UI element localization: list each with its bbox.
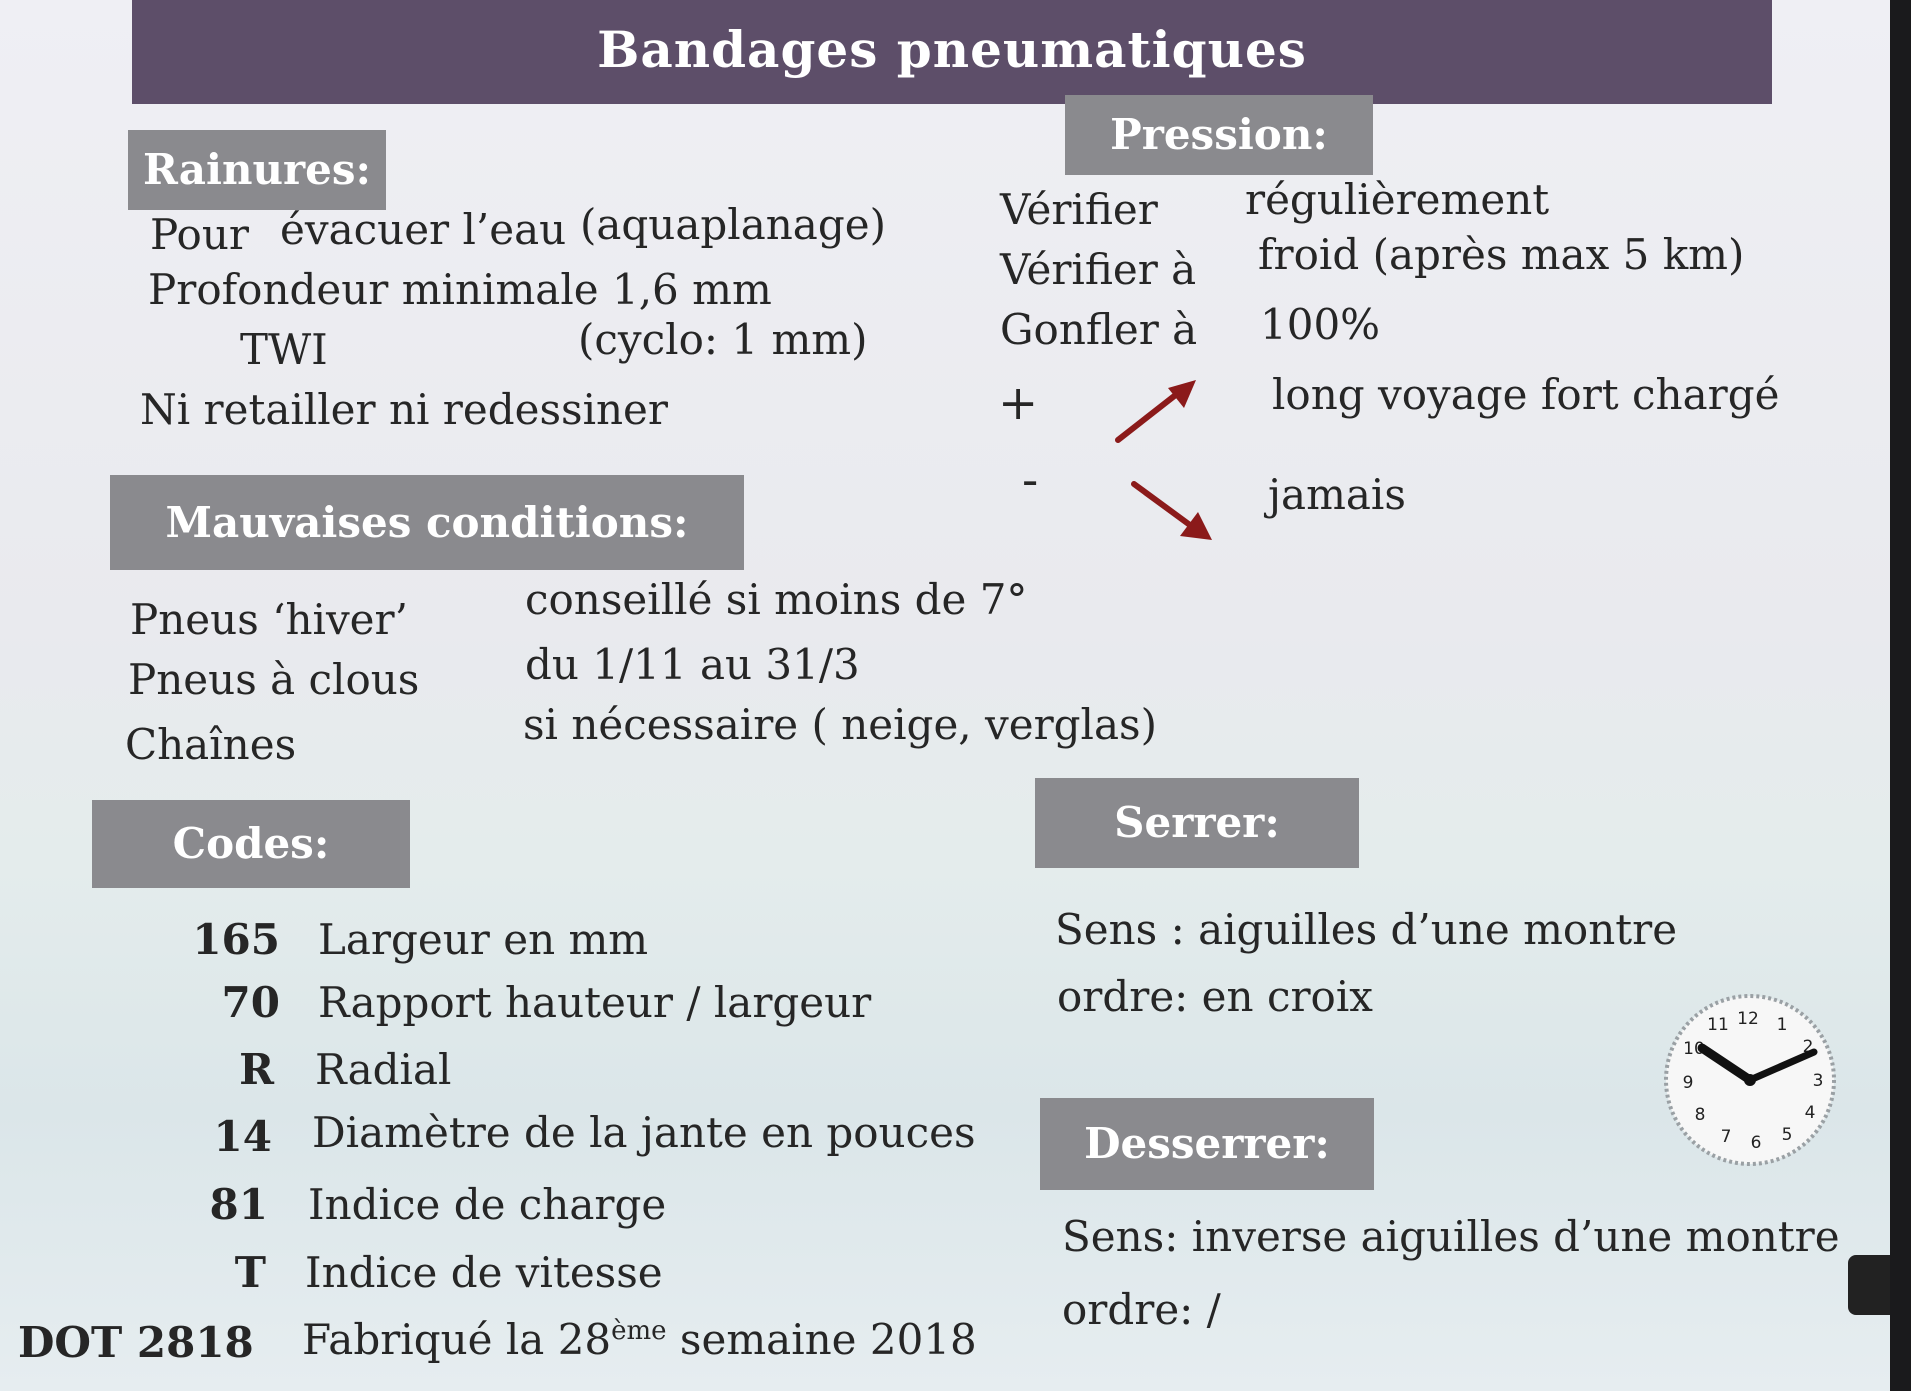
code-70: 70 bbox=[221, 978, 280, 1027]
clock-number-1: 1 bbox=[1777, 1015, 1788, 1035]
serrer-heading: Serrer: bbox=[1035, 778, 1359, 868]
rainures-line1-b: évacuer l’eau bbox=[280, 205, 567, 254]
pression-row2-b: froid (après max 5 km) bbox=[1258, 230, 1745, 279]
pression-minus-sign: - bbox=[1022, 452, 1039, 508]
clock-number-11: 11 bbox=[1707, 1015, 1729, 1035]
desserrer-line1: Sens: inverse aiguilles d’une montre bbox=[1062, 1212, 1840, 1261]
clock-number-4: 4 bbox=[1805, 1103, 1816, 1123]
clock-number-3: 3 bbox=[1813, 1071, 1824, 1091]
dot-description-end: semaine 2018 bbox=[666, 1315, 977, 1364]
dot-code: DOT 2818 bbox=[18, 1318, 254, 1367]
codes-heading: Codes: bbox=[92, 800, 410, 888]
rainures-line3-b: (cyclo: 1 mm) bbox=[578, 315, 868, 364]
serrer-line1: Sens : aiguilles d’une montre bbox=[1055, 905, 1678, 954]
rainures-line4: Ni retailler ni redessiner bbox=[140, 385, 668, 434]
projector-knob bbox=[1848, 1255, 1890, 1315]
pression-row3-a: Gonfler à bbox=[1000, 305, 1198, 354]
dot-description-superscript: ème bbox=[611, 1316, 667, 1346]
code-70-desc: Rapport hauteur / largeur bbox=[318, 978, 872, 1027]
rainures-heading: Rainures: bbox=[128, 130, 386, 210]
clock-number-9: 9 bbox=[1683, 1073, 1694, 1093]
slide-title: Bandages pneumatiques bbox=[132, 0, 1772, 104]
dot-description-start: Fabriqué la 28 bbox=[302, 1315, 612, 1364]
code-t-desc: Indice de vitesse bbox=[305, 1248, 663, 1297]
pression-plus-sign: + bbox=[998, 375, 1039, 431]
mauvaises-row-2-value: si nécessaire ( neige, verglas) bbox=[523, 700, 1157, 749]
pression-row3-b: 100% bbox=[1260, 300, 1381, 349]
serrer-line2: ordre: en croix bbox=[1057, 972, 1373, 1021]
clock-icon: 12 1 2 3 4 5 6 7 8 9 10 11 bbox=[1664, 994, 1836, 1166]
rainures-line3-a: TWI bbox=[240, 325, 328, 374]
code-t: T bbox=[234, 1248, 266, 1297]
pression-plus-text: long voyage fort chargé bbox=[1272, 370, 1780, 419]
pression-row1-b: régulièrement bbox=[1245, 175, 1550, 224]
clock-number-6: 6 bbox=[1751, 1133, 1762, 1153]
pression-heading: Pression: bbox=[1065, 95, 1373, 175]
clock-number-7: 7 bbox=[1721, 1127, 1732, 1147]
slide: Bandages pneumatiques Rainures: Pour éva… bbox=[0, 0, 1890, 1391]
rainures-line1-a: Pour bbox=[150, 210, 249, 259]
dot-description: Fabriqué la 28ème semaine 2018 bbox=[302, 1315, 977, 1364]
mauvaises-row-1-label: Pneus à clous bbox=[128, 655, 420, 704]
code-165: 165 bbox=[192, 915, 280, 964]
code-81-desc: Indice de charge bbox=[308, 1180, 667, 1229]
code-r-desc: Radial bbox=[315, 1045, 452, 1094]
rainures-line1-c: (aquaplanage) bbox=[580, 200, 886, 249]
mauvaises-row-2-label: Chaînes bbox=[125, 720, 297, 769]
rainures-line2: Profondeur minimale 1,6 mm bbox=[148, 265, 772, 314]
code-81: 81 bbox=[209, 1180, 268, 1229]
desserrer-line2: ordre: / bbox=[1062, 1285, 1221, 1334]
mauvaises-row-1-value: du 1/11 au 31/3 bbox=[525, 640, 860, 689]
code-14-desc: Diamètre de la jante en pouces bbox=[312, 1108, 976, 1157]
clock-number-5: 5 bbox=[1782, 1125, 1793, 1145]
mauvaises-row-0-value: conseillé si moins de 7° bbox=[525, 575, 1028, 624]
clock-number-12: 12 bbox=[1737, 1009, 1759, 1029]
pression-row2-a: Vérifier à bbox=[1000, 245, 1197, 294]
code-r: R bbox=[239, 1045, 274, 1094]
arrow-down-right-icon bbox=[1131, 481, 1212, 540]
code-14: 14 bbox=[213, 1112, 272, 1161]
mauvaises-row-0-label: Pneus ‘hiver’ bbox=[130, 595, 408, 644]
arrow-up-right-icon bbox=[1115, 380, 1196, 443]
code-165-desc: Largeur en mm bbox=[318, 915, 649, 964]
clock-number-8: 8 bbox=[1695, 1105, 1706, 1125]
mauvaises-conditions-heading: Mauvaises conditions: bbox=[110, 475, 744, 570]
pression-minus-text: jamais bbox=[1268, 470, 1406, 519]
desserrer-heading: Desserrer: bbox=[1040, 1098, 1374, 1190]
pression-row1-a: Vérifier bbox=[1000, 185, 1158, 234]
